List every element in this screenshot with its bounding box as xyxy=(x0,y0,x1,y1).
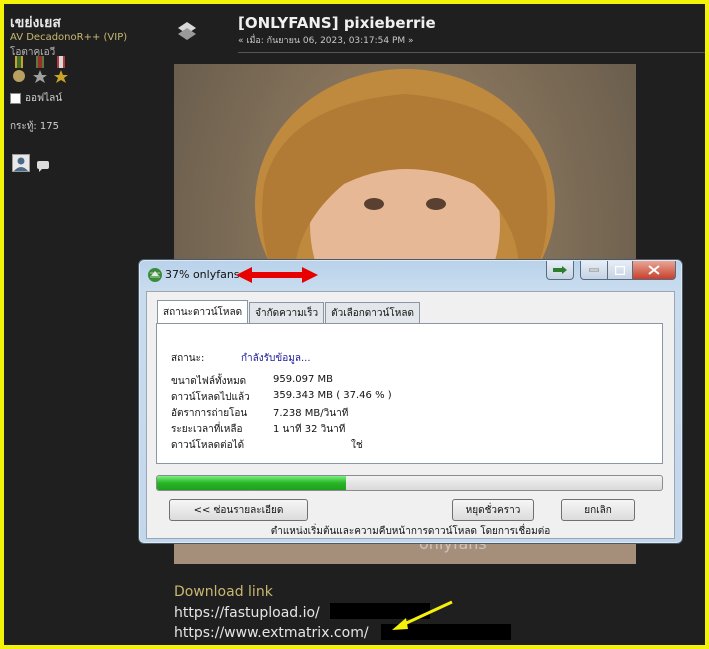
shrink-button[interactable] xyxy=(546,261,574,280)
time-left-label: ระยะเวลาที่เหลือ xyxy=(171,424,243,435)
forum-post-frame: เขย่งเยส AV DecadonoR++ (VIP) โอตาคุเอวี… xyxy=(4,4,705,645)
status-label: สถานะ: xyxy=(171,353,205,364)
file-size-value: 959.097 MB xyxy=(273,374,334,385)
post-title[interactable]: [ONLYFANS] pixieberrie xyxy=(238,14,436,32)
online-label: ออฟไลน์ xyxy=(25,93,63,104)
tab-download-status[interactable]: สถานะดาวน์โหลด xyxy=(157,300,249,324)
file-size-label: ขนาดไฟล์ทั้งหมด xyxy=(171,376,247,387)
download-link-extmatrix[interactable]: https://www.extmatrix.com/ xyxy=(174,625,369,641)
transfer-rate-label: อัตราการถ่ายโอน xyxy=(171,408,248,419)
minimize-button[interactable] xyxy=(580,261,608,280)
yellow-arrow-icon xyxy=(392,600,453,630)
profile-icons xyxy=(12,154,50,172)
red-arrow-icon xyxy=(236,267,318,283)
post-icon xyxy=(178,22,196,40)
close-button[interactable] xyxy=(633,261,676,280)
profile-icon[interactable] xyxy=(12,154,30,172)
post-count: กระทู้: 175 xyxy=(10,121,60,132)
time-left-value: 1 นาที 32 วินาที xyxy=(273,424,346,435)
window-controls xyxy=(546,261,676,280)
user-group: AV DecadonoR++ (VIP) xyxy=(10,32,128,43)
minimize-icon xyxy=(589,268,599,272)
transfer-rate-value: 7.238 MB/วินาที xyxy=(273,408,349,419)
close-icon xyxy=(648,265,660,275)
maximize-icon xyxy=(615,265,625,275)
username-link[interactable]: เขย่งเยส xyxy=(10,12,61,34)
downloaded-value: 359.343 MB ( 37.46 % ) xyxy=(273,390,392,401)
status-value: กำลังรับข้อมูล... xyxy=(241,353,311,364)
tab-speed-limit[interactable]: จำกัดความเร็ว xyxy=(249,302,325,323)
dialog-panel: สถานะดาวน์โหลด จำกัดความเร็ว ตัวเลือกดาว… xyxy=(146,291,675,539)
arrow-right-icon xyxy=(553,266,567,274)
resume-value: ใช่ xyxy=(351,440,363,451)
download-dialog: 37% onlyfans สถานะดาวน์โหลด จำกัดความเร็… xyxy=(138,259,683,544)
post-date: « เมื่อ: กันยายน 06, 2023, 03:17:54 PM » xyxy=(238,36,414,46)
download-progress-bar xyxy=(156,475,663,491)
cancel-button[interactable]: ยกเลิก xyxy=(561,499,635,521)
connection-progress-note: ตำแหน่งเริ่มต้นและความคืบหน้าการดาวน์โหล… xyxy=(270,526,551,537)
download-link-fastupload[interactable]: https://fastupload.io/ xyxy=(174,605,320,621)
globe-download-icon xyxy=(148,268,162,282)
tab-download-options[interactable]: ตัวเลือกดาวน์โหลด xyxy=(325,302,420,323)
medals-icon xyxy=(13,56,68,83)
downloaded-label: ดาวน์โหลดไปแล้ว xyxy=(171,392,250,403)
online-status: ออฟไลน์ xyxy=(10,91,62,106)
maximize-button[interactable] xyxy=(608,261,633,280)
download-label: Download link xyxy=(174,584,273,600)
divider xyxy=(238,52,705,53)
pause-button[interactable]: หยุดชั่วคราว xyxy=(452,499,534,521)
hide-details-button[interactable]: << ซ่อนรายละเอียด xyxy=(169,499,308,521)
offline-icon xyxy=(10,93,21,104)
resume-label: ดาวน์โหลดต่อได้ xyxy=(171,440,245,451)
dialog-title: 37% onlyfans xyxy=(165,268,240,281)
status-page: สถานะ: กำลังรับข้อมูล... ขนาดไฟล์ทั้งหมด… xyxy=(156,323,663,464)
progress-fill xyxy=(157,476,347,490)
message-icon[interactable] xyxy=(36,160,50,172)
